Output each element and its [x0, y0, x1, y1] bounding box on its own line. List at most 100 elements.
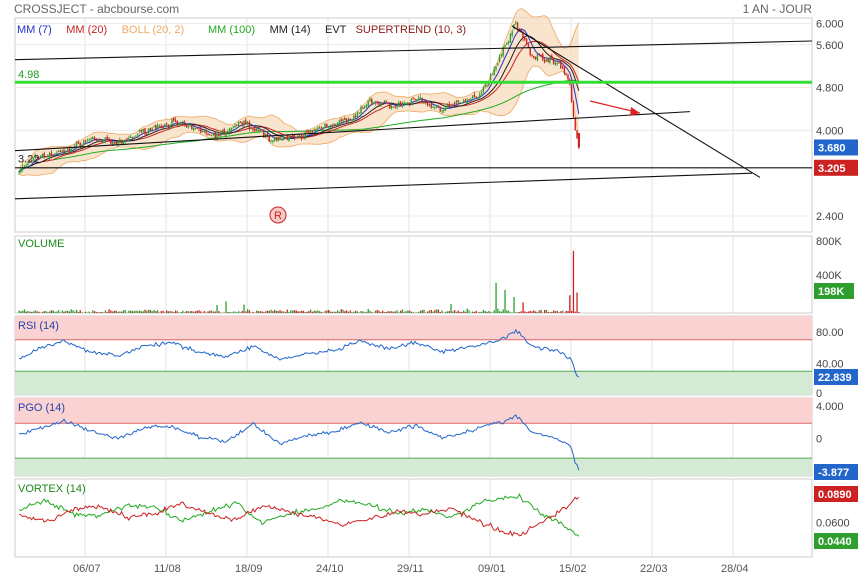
- volume-bar: [180, 311, 182, 313]
- volume-bar: [556, 310, 558, 313]
- candle-body: [322, 127, 324, 129]
- x-tick-label: 24/10: [316, 563, 344, 575]
- candle-body: [524, 37, 526, 40]
- volume-bar: [103, 312, 105, 313]
- volume-bar: [166, 310, 168, 313]
- candle-body: [439, 107, 441, 112]
- volume-bar: [517, 312, 519, 313]
- candle-body: [563, 66, 566, 74]
- candle-body: [297, 136, 299, 138]
- candle-body: [576, 130, 578, 139]
- volume-bar: [295, 310, 297, 313]
- volume-bar: [306, 311, 308, 313]
- candle-body: [270, 140, 272, 142]
- volume-bar: [259, 311, 261, 313]
- candle-body: [104, 137, 107, 141]
- candle-body: [403, 103, 405, 105]
- candle-body: [198, 128, 200, 130]
- volume-bar: [427, 311, 429, 313]
- volume-bar: [257, 311, 260, 313]
- volume-bar: [371, 312, 373, 313]
- volume-bar: [297, 311, 299, 313]
- candle-body: [205, 130, 207, 134]
- candle-body: [468, 99, 470, 101]
- volume-bar: [149, 310, 152, 313]
- volume-bar: [214, 311, 216, 313]
- candle-body: [455, 100, 458, 105]
- volume-bar: [200, 311, 202, 313]
- candle-body: [39, 155, 42, 159]
- volume-bar: [475, 310, 477, 313]
- volume-bar: [27, 311, 29, 313]
- candle-body: [236, 125, 238, 127]
- volume-bar: [209, 310, 211, 313]
- volume-bar: [241, 310, 243, 313]
- x-tick-label: 11/08: [154, 563, 181, 575]
- volume-bar: [331, 311, 333, 313]
- pgo-tick-label: 0: [816, 434, 822, 446]
- candle-body: [66, 148, 69, 150]
- candle-body: [506, 43, 508, 45]
- price-tick-label: 5.600: [816, 40, 844, 52]
- candle-body: [477, 97, 479, 99]
- volume-bar: [311, 311, 314, 313]
- candle-body: [178, 123, 180, 126]
- volume-bar: [457, 310, 459, 313]
- candle-body: [509, 33, 512, 43]
- candle-body: [54, 153, 56, 156]
- volume-bar: [545, 309, 548, 313]
- volume-title: VOLUME: [18, 238, 64, 250]
- candle-body: [171, 119, 173, 126]
- candle-body: [556, 62, 558, 64]
- volume-bar: [239, 312, 242, 313]
- candle-body: [254, 128, 256, 132]
- candle-body: [252, 128, 254, 131]
- x-tick-label: 18/09: [235, 563, 263, 575]
- candle-body: [160, 125, 162, 128]
- volume-bar: [333, 311, 335, 313]
- volume-bar: [230, 312, 233, 313]
- candle-body: [128, 138, 130, 141]
- volume-bar: [389, 311, 391, 313]
- price-tick-label: 2.400: [816, 211, 844, 223]
- candle-body: [282, 137, 285, 141]
- candle-body: [221, 130, 224, 133]
- candle-body: [119, 139, 121, 142]
- level-label: 4.98: [18, 69, 39, 81]
- rsi-title: RSI (14): [18, 320, 59, 332]
- candle-body: [376, 102, 378, 104]
- candle-body: [263, 130, 265, 136]
- candle-body: [183, 122, 186, 125]
- candle-body: [84, 140, 87, 142]
- candle-body: [110, 140, 112, 144]
- candle-body: [540, 55, 542, 57]
- volume-bar: [184, 312, 186, 313]
- candle-body: [410, 99, 413, 104]
- volume-bar: [369, 310, 371, 313]
- volume-bar: [518, 311, 521, 313]
- candle-body: [551, 55, 553, 59]
- volume-bar: [185, 311, 188, 313]
- volume-bar: [23, 309, 26, 313]
- volume-bar: [148, 309, 150, 313]
- candle-body: [182, 121, 184, 124]
- volume-bar: [124, 310, 126, 313]
- volume-bar: [461, 312, 463, 313]
- volume-bar: [536, 311, 539, 313]
- candle-body: [149, 128, 152, 131]
- volume-bar: [283, 311, 285, 313]
- volume-bar: [482, 309, 485, 313]
- candle-body: [140, 129, 143, 132]
- candle-body: [250, 128, 252, 130]
- candle-body: [113, 142, 116, 144]
- volume-bar: [95, 312, 98, 313]
- volume-bar: [342, 309, 344, 313]
- candle-body: [363, 106, 366, 109]
- candle-body: [459, 102, 461, 104]
- volume-bar: [473, 311, 476, 313]
- volume-bar: [218, 311, 220, 313]
- volume-bar: [558, 312, 560, 313]
- candle-body: [200, 127, 202, 133]
- candle-body: [174, 120, 177, 122]
- candle-body: [498, 56, 501, 62]
